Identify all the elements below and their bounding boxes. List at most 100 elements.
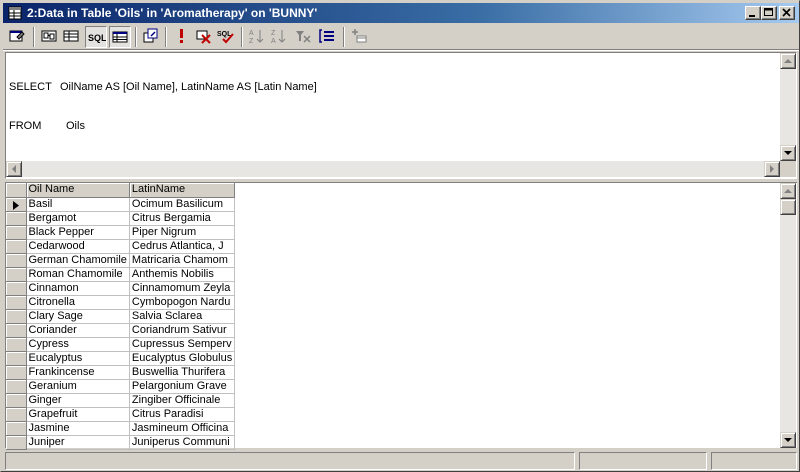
row-selector[interactable] [6,379,27,394]
cell-oil-name[interactable]: Ginger [26,393,130,408]
cell-oil-name[interactable]: Citronella [26,295,130,310]
cell-latin-name[interactable]: Matricaria Chamom [129,253,236,268]
sql-vertical-scrollbar[interactable] [780,53,796,161]
cell-oil-name[interactable]: Cypress [26,337,130,352]
table-row[interactable]: Geranium Pelargonium Grave [6,379,236,394]
cell-oil-name[interactable]: Coriander [26,323,130,338]
cell-latin-name[interactable]: Cupressus Semperv [129,337,236,352]
cell-latin-name[interactable]: Juniperus Communi [129,435,236,450]
cell-latin-name[interactable]: Cymbopogon Nardu [129,295,236,310]
row-selector[interactable] [6,365,27,380]
row-selector[interactable] [6,295,27,310]
table-row[interactable]: Coriander Coriandrum Sativur [6,323,236,338]
table-row[interactable]: Bergamot Citrus Bergamia [6,211,236,226]
row-selector[interactable] [6,323,27,338]
column-header-latin-name[interactable]: LatinName [129,183,236,198]
maximize-button[interactable] [761,6,777,20]
row-selector[interactable] [6,337,27,352]
row-selector[interactable] [6,197,27,212]
cell-latin-name[interactable]: Eucalyptus Globulus [129,351,236,366]
grid-scroll-thumb[interactable] [780,199,796,215]
diagram-pane-button[interactable] [39,26,61,48]
sort-ascending-button[interactable]: A Z [247,26,269,48]
grid-vertical-scrollbar[interactable] [780,183,796,448]
grid-scroll-down-button[interactable] [780,432,796,448]
close-button[interactable] [779,6,795,20]
cell-latin-name[interactable]: Salvia Sclarea [129,309,236,324]
cell-oil-name[interactable]: Eucalyptus [26,351,130,366]
cell-oil-name[interactable]: Bergamot [26,211,130,226]
cell-latin-name[interactable]: Cinnamomum Zeyla [129,281,236,296]
row-selector[interactable] [6,281,27,296]
column-header-oil-name[interactable]: Oil Name [26,183,130,198]
add-table-button[interactable] [349,26,371,48]
results-grid[interactable]: Oil Name LatinName Basil Ocimum Basilicum… [6,183,236,450]
cell-latin-name[interactable]: Anthemis Nobilis [129,267,236,282]
table-row[interactable]: Eucalyptus Eucalyptus Globulus [6,351,236,366]
table-row[interactable]: Juniper Juniperus Communi [6,435,236,450]
scroll-right-button[interactable] [764,161,780,177]
table-row[interactable]: Roman Chamomile Anthemis Nobilis [6,267,236,282]
cell-oil-name[interactable]: Geranium [26,379,130,394]
cell-latin-name[interactable]: Pelargonium Grave [129,379,236,394]
table-row[interactable]: Black Pepper Piper Nigrum [6,225,236,240]
table-row[interactable]: Cedarwood Cedrus Atlantica, J [6,239,236,254]
sql-horizontal-scrollbar[interactable] [6,161,780,177]
cell-oil-name[interactable]: Clary Sage [26,309,130,324]
table-row[interactable]: Clary Sage Salvia Sclarea [6,309,236,324]
scroll-up-button[interactable] [780,53,796,69]
table-row[interactable]: Frankincense Buswellia Thurifera [6,365,236,380]
change-query-type-button[interactable] [141,26,163,48]
cell-oil-name[interactable]: Cinnamon [26,281,130,296]
grid-corner-cell[interactable] [6,183,27,198]
results-pane-button[interactable] [109,26,131,48]
group-by-button[interactable] [317,26,339,48]
query-app-icon[interactable] [7,5,23,21]
table-row[interactable]: Grapefruit Citrus Paradisi [6,407,236,422]
row-selector[interactable] [6,211,27,226]
cell-oil-name[interactable]: Frankincense [26,365,130,380]
table-row[interactable]: German Chamomile Matricaria Chamom [6,253,236,268]
cell-latin-name[interactable]: Zingiber Officinale [129,393,236,408]
row-selector[interactable] [6,225,27,240]
cell-oil-name[interactable]: Grapefruit [26,407,130,422]
sql-text[interactable]: SELECT OilName AS [Oil Name], LatinName A… [9,55,317,159]
sort-descending-button[interactable]: Z A [269,26,291,48]
verify-sql-button[interactable]: SQL [215,26,237,48]
table-row[interactable]: Jasmine Jasmineum Officina [6,421,236,436]
cell-oil-name[interactable]: Jasmine [26,421,130,436]
cell-oil-name[interactable]: Roman Chamomile [26,267,130,282]
cell-latin-name[interactable]: Piper Nigrum [129,225,236,240]
row-selector[interactable] [6,407,27,422]
grid-pane-button[interactable] [61,26,83,48]
table-row[interactable]: Ginger Zingiber Officinale [6,393,236,408]
sql-pane[interactable]: SELECT OilName AS [Oil Name], LatinName A… [5,52,797,179]
row-selector[interactable] [6,239,27,254]
scroll-left-button[interactable] [6,161,22,177]
row-selector[interactable] [6,393,27,408]
cell-latin-name[interactable]: Buswellia Thurifera [129,365,236,380]
cell-latin-name[interactable]: Cedrus Atlantica, J [129,239,236,254]
cell-latin-name[interactable]: Jasmineum Officina [129,421,236,436]
cell-oil-name[interactable]: Basil [26,197,130,212]
row-selector[interactable] [6,435,27,450]
cell-latin-name[interactable]: Citrus Bergamia [129,211,236,226]
cell-latin-name[interactable]: Citrus Paradisi [129,407,236,422]
row-selector[interactable] [6,421,27,436]
stop-button[interactable] [193,26,215,48]
cell-latin-name[interactable]: Coriandrum Sativur [129,323,236,338]
minimize-button[interactable] [745,6,761,20]
remove-filter-button[interactable] [293,26,315,48]
run-button[interactable] [171,26,193,48]
properties-button[interactable] [7,26,29,48]
grid-scroll-up-button[interactable] [780,183,796,199]
row-selector[interactable] [6,351,27,366]
table-row[interactable]: Cypress Cupressus Semperv [6,337,236,352]
row-selector[interactable] [6,267,27,282]
results-grid-pane[interactable]: Oil Name LatinName Basil Ocimum Basilicum… [5,182,797,450]
table-row[interactable]: Cinnamon Cinnamomum Zeyla [6,281,236,296]
cell-oil-name[interactable]: German Chamomile [26,253,130,268]
cell-oil-name[interactable]: Cedarwood [26,239,130,254]
title-bar[interactable]: 2:Data in Table 'Oils' in 'Aromatherapy'… [3,3,799,23]
scroll-down-button[interactable] [780,145,796,161]
